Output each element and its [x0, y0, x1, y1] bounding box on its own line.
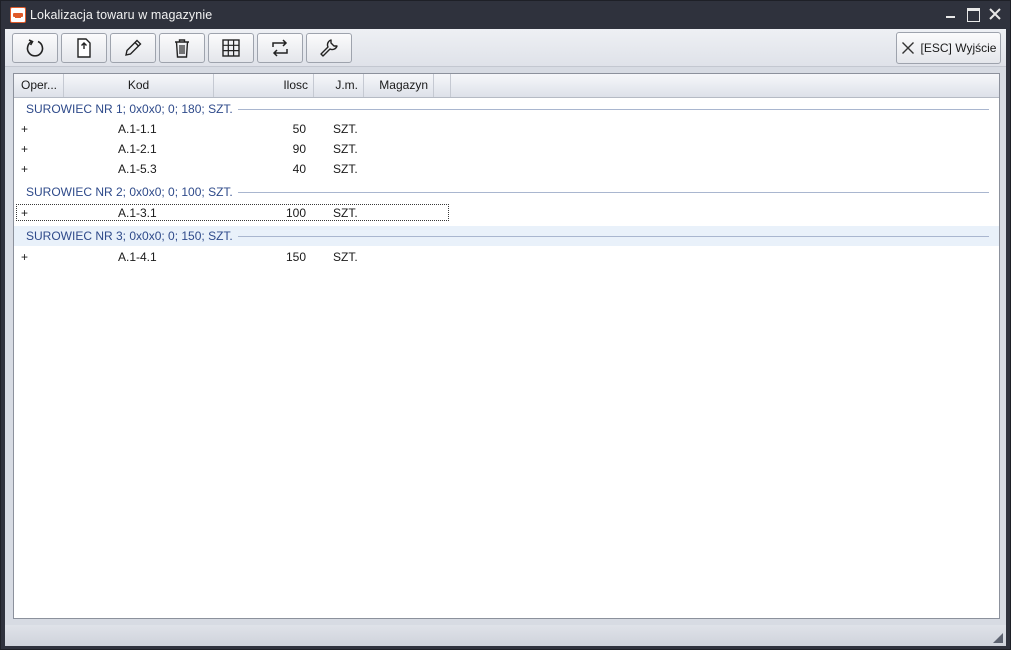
cell-oper: +: [21, 162, 29, 176]
resize-grip-icon[interactable]: [993, 633, 1003, 643]
cell-oper: +: [21, 142, 29, 156]
cell-ilosc: 100: [285, 206, 306, 220]
cell-kod: A.1-3.1: [118, 206, 157, 220]
group-label: SUROWIEC NR 3; 0x0x0; 0; 150; SZT.: [26, 229, 233, 243]
delete-button[interactable]: [159, 33, 205, 63]
column-header-magazyn[interactable]: Magazyn: [364, 74, 434, 97]
cell-jm: SZT.: [333, 142, 358, 156]
group-row[interactable]: SUROWIEC NR 3; 0x0x0; 0; 150; SZT.: [14, 226, 999, 246]
cell-oper: +: [21, 250, 29, 264]
trash-icon: [175, 39, 189, 58]
transfer-button[interactable]: [257, 33, 303, 63]
cell-kod: A.1-4.1: [118, 250, 157, 264]
new-document-icon: [77, 38, 91, 58]
group-row[interactable]: SUROWIEC NR 1; 0x0x0; 0; 180; SZT.: [14, 99, 999, 119]
wrench-icon: [320, 39, 338, 57]
grid-view-button[interactable]: [208, 33, 254, 63]
client-area: [ESC] Wyjście Oper... Kod Ilosc J.m. Mag…: [5, 29, 1006, 646]
column-header-oper[interactable]: Oper...: [14, 74, 64, 97]
group-divider: [237, 191, 989, 193]
refresh-icon: [26, 39, 44, 57]
cell-oper: +: [21, 122, 29, 136]
close-icon: [901, 42, 914, 54]
location-grid[interactable]: Oper... Kod Ilosc J.m. Magazyn SUROWIEC …: [13, 73, 1000, 619]
cell-ilosc: 50: [292, 122, 306, 136]
group-divider: [237, 108, 989, 110]
cell-jm: SZT.: [333, 122, 358, 136]
refresh-button[interactable]: [12, 33, 58, 63]
close-icon[interactable]: [988, 7, 1002, 21]
grid-icon: [222, 39, 240, 57]
cell-jm: SZT.: [333, 162, 358, 176]
exit-button[interactable]: [ESC] Wyjście: [896, 32, 1001, 64]
app-window: Lokalizacja towaru w magazynie [ESC] Wyj…: [0, 0, 1011, 650]
table-row[interactable]: + A.1-1.1 50 SZT.: [14, 119, 999, 139]
group-row[interactable]: SUROWIEC NR 2; 0x0x0; 0; 100; SZT.: [14, 182, 999, 202]
app-logo-icon: [10, 7, 26, 23]
group-label: SUROWIEC NR 1; 0x0x0; 0; 180; SZT.: [26, 102, 233, 116]
column-header-ilosc[interactable]: Ilosc: [214, 74, 314, 97]
toolbar: [ESC] Wyjście: [5, 29, 1006, 67]
table-row[interactable]: + A.1-5.3 40 SZT.: [14, 159, 999, 179]
exit-label: [ESC] Wyjście: [920, 41, 997, 55]
table-row[interactable]: + A.1-4.1 150 SZT.: [14, 247, 999, 267]
pencil-icon: [125, 39, 142, 56]
cell-ilosc: 90: [292, 142, 306, 156]
table-row-selected[interactable]: + A.1-3.1 100 SZT.: [14, 203, 999, 223]
title-bar[interactable]: Lokalizacja towaru w magazynie: [1, 1, 1010, 29]
settings-button[interactable]: [306, 33, 352, 63]
edit-button[interactable]: [110, 33, 156, 63]
minimize-icon[interactable]: [944, 7, 958, 21]
group-label: SUROWIEC NR 2; 0x0x0; 0; 100; SZT.: [26, 185, 233, 199]
group-divider: [237, 235, 989, 237]
status-bar: [5, 625, 1006, 646]
cell-oper: +: [21, 206, 29, 220]
cell-jm: SZT.: [333, 206, 358, 220]
cell-kod: A.1-5.3: [118, 162, 157, 176]
column-header-kod[interactable]: Kod: [64, 74, 214, 97]
column-header-jm[interactable]: J.m.: [314, 74, 364, 97]
cell-jm: SZT.: [333, 250, 358, 264]
grid-header: Oper... Kod Ilosc J.m. Magazyn: [14, 74, 999, 98]
window-controls: [944, 7, 1002, 22]
table-row[interactable]: + A.1-2.1 90 SZT.: [14, 139, 999, 159]
cell-kod: A.1-2.1: [118, 142, 157, 156]
maximize-icon[interactable]: [966, 7, 980, 22]
window-title: Lokalizacja towaru w magazynie: [30, 8, 213, 22]
column-header-spacer: [434, 74, 451, 97]
cell-ilosc: 40: [292, 162, 306, 176]
cell-ilosc: 150: [285, 250, 306, 264]
swap-arrows-icon: [272, 39, 288, 57]
cell-kod: A.1-1.1: [118, 122, 157, 136]
new-button[interactable]: [61, 33, 107, 63]
